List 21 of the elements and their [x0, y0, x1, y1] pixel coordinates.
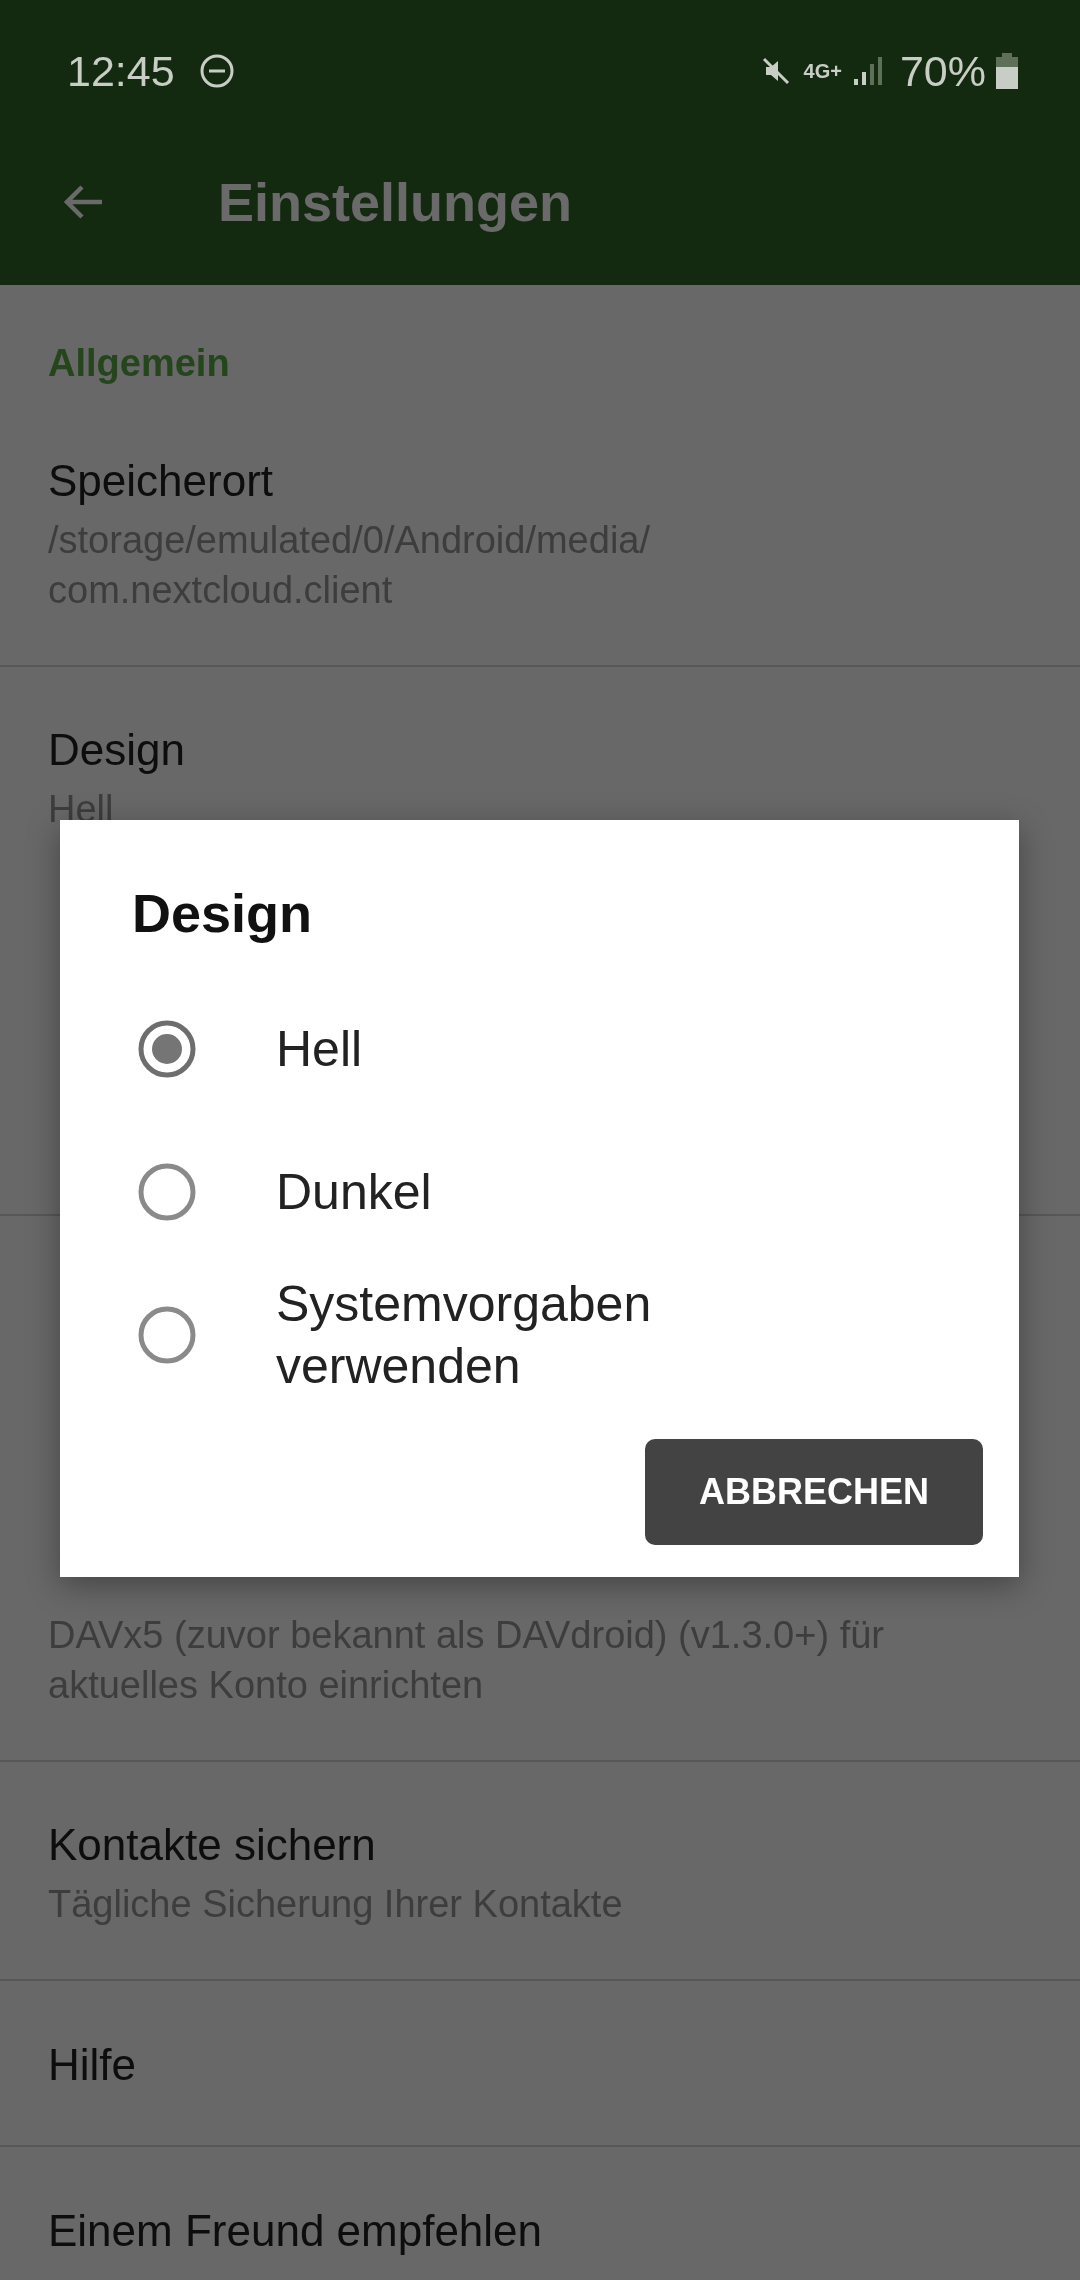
screen-title: Einstellungen — [218, 171, 573, 233]
option-label[interactable]: Systemvorgaben verwenden — [276, 1272, 652, 1397]
setting-title[interactable]: Hilfe — [48, 2037, 1032, 2093]
dialog-title: Design — [131, 882, 314, 945]
setting-title[interactable]: Kontakte sichern — [48, 1817, 1032, 1873]
status-time: 12:45 — [67, 46, 175, 96]
cancel-button[interactable]: ABBRECHEN — [645, 1439, 983, 1545]
option-label[interactable]: Dunkel — [276, 1160, 432, 1223]
network-type: 4G+ — [803, 59, 842, 83]
radio-button[interactable] — [137, 1161, 197, 1222]
setting-title[interactable]: Design — [48, 722, 1032, 778]
radio-button[interactable] — [137, 1304, 197, 1365]
do-not-disturb-icon — [198, 53, 235, 89]
option-label[interactable]: Hell — [276, 1017, 363, 1080]
setting-title[interactable]: Speicherort — [48, 453, 1032, 509]
battery-percent: 70% — [899, 46, 986, 96]
section-header: Allgemein — [47, 341, 231, 386]
battery-icon — [996, 53, 1018, 89]
setting-title[interactable]: Einem Freund empfehlen — [48, 2203, 1032, 2259]
radio-button[interactable] — [137, 1018, 197, 1079]
signal-icon — [851, 55, 884, 87]
